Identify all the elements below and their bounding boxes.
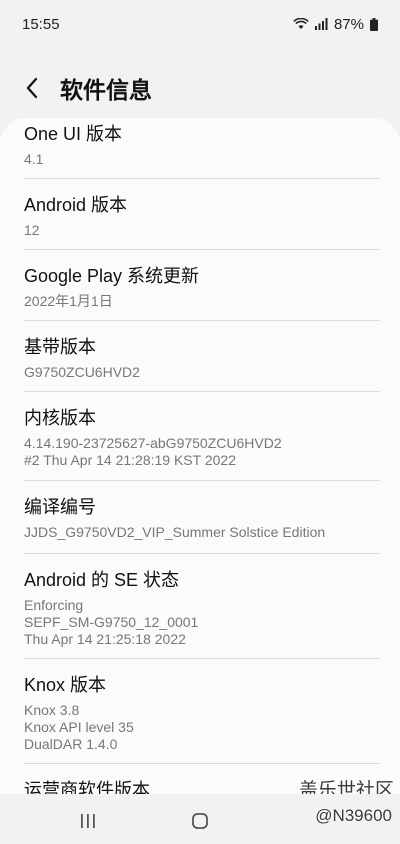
item-value: SEPF_SM-G9750_12_0001	[24, 614, 199, 630]
software-info-list: One UI 版本 4.1 Android 版本 12 Google Play …	[0, 118, 400, 794]
back-button[interactable]	[18, 74, 46, 102]
item-title: Android 版本	[24, 195, 128, 215]
list-item-baseband-version[interactable]: 基带版本 G9750ZCU6HVD2	[0, 321, 400, 391]
chevron-left-icon	[26, 77, 38, 99]
item-value: Knox API level 35	[24, 719, 134, 735]
recent-apps-button[interactable]	[80, 814, 96, 828]
list-item-one-ui-version[interactable]: One UI 版本 4.1	[0, 118, 400, 178]
item-value: Thu Apr 14 21:25:18 2022	[24, 631, 186, 647]
home-button[interactable]	[192, 813, 208, 829]
item-title: Android 的 SE 状态	[24, 570, 180, 590]
signal-icon	[314, 18, 328, 30]
item-title: 基带版本	[24, 337, 96, 357]
item-title: Google Play 系统更新	[24, 266, 200, 286]
list-item-knox-version[interactable]: Knox 版本 Knox 3.8 Knox API level 35 DualD…	[0, 659, 400, 763]
item-value: DualDAR 1.4.0	[24, 736, 118, 752]
status-time: 15:55	[22, 15, 60, 33]
item-value: Knox 3.8	[24, 702, 80, 718]
page-title: 软件信息	[60, 77, 152, 103]
wifi-icon	[293, 18, 309, 29]
list-item-google-play-update[interactable]: Google Play 系统更新 2022年1月1日	[0, 250, 400, 320]
item-title: One UI 版本	[24, 124, 123, 144]
item-value: Enforcing	[24, 597, 84, 613]
battery-icon	[370, 17, 378, 31]
app-header: 软件信息	[0, 58, 400, 118]
list-item-build-number[interactable]: 编译编号 JJDS_G9750VD2_VIP_Summer Solstice E…	[0, 481, 400, 553]
item-value: 4.1	[24, 151, 44, 167]
item-title: 内核版本	[24, 408, 96, 428]
watermark-handle: @N39600	[315, 806, 392, 825]
list-item-se-status[interactable]: Android 的 SE 状态 Enforcing SEPF_SM-G9750_…	[0, 554, 400, 658]
item-value: 4.14.190-23725627-abG9750ZCU6HVD2	[24, 435, 282, 451]
item-value: JJDS_G9750VD2_VIP_Summer Solstice Editio…	[24, 524, 326, 540]
battery-percentage: 87%	[333, 15, 364, 33]
item-value: G9750ZCU6HVD2	[24, 364, 140, 380]
item-value: #2 Thu Apr 14 21:28:19 KST 2022	[24, 452, 236, 468]
item-value: 12	[24, 222, 40, 238]
status-bar: 15:55 87%	[0, 0, 400, 48]
status-icons: 87%	[293, 16, 378, 33]
list-item-kernel-version[interactable]: 内核版本 4.14.190-23725627-abG9750ZCU6HVD2 #…	[0, 392, 400, 480]
item-value: 2022年1月1日	[24, 293, 113, 309]
item-title: 编译编号	[24, 497, 96, 517]
item-title: Knox 版本	[24, 675, 107, 695]
list-item-android-version[interactable]: Android 版本 12	[0, 179, 400, 249]
